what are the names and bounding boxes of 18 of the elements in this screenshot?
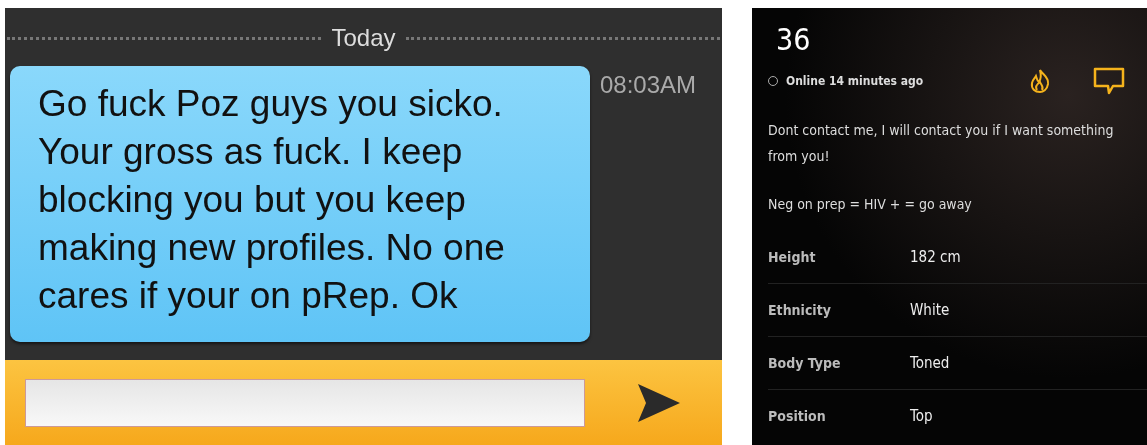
bio-text: Neg on prep = HIV + = go away: [768, 195, 973, 214]
message-bubble: Go fuck Poz guys you sicko. Your gross as fuck. I keep blocking you but you keep making new profiles. No one cares if your on pRep. Ok: [10, 66, 590, 342]
send-icon[interactable]: [638, 383, 680, 422]
message-time: 08:03AM: [600, 71, 697, 99]
profile-age: 36: [776, 22, 812, 57]
message-input[interactable]: [25, 378, 585, 427]
stat-label: Position: [768, 408, 827, 424]
stat-value: Toned: [910, 354, 950, 372]
stat-value: 182 cm: [910, 248, 961, 266]
online-status: Online 14 minutes ago: [786, 74, 924, 88]
stat-value: White: [910, 301, 950, 319]
date-divider: Today: [331, 24, 396, 52]
chat-bubble-icon[interactable]: [1093, 67, 1125, 95]
stat-label: Height: [768, 249, 817, 265]
stat-value: Top: [910, 407, 933, 425]
bio-text: Dont contact me, I will contact you if I want something from you!: [768, 121, 1115, 166]
stat-label: Ethnicity: [768, 302, 832, 318]
stat-label: Body Type: [768, 355, 842, 371]
